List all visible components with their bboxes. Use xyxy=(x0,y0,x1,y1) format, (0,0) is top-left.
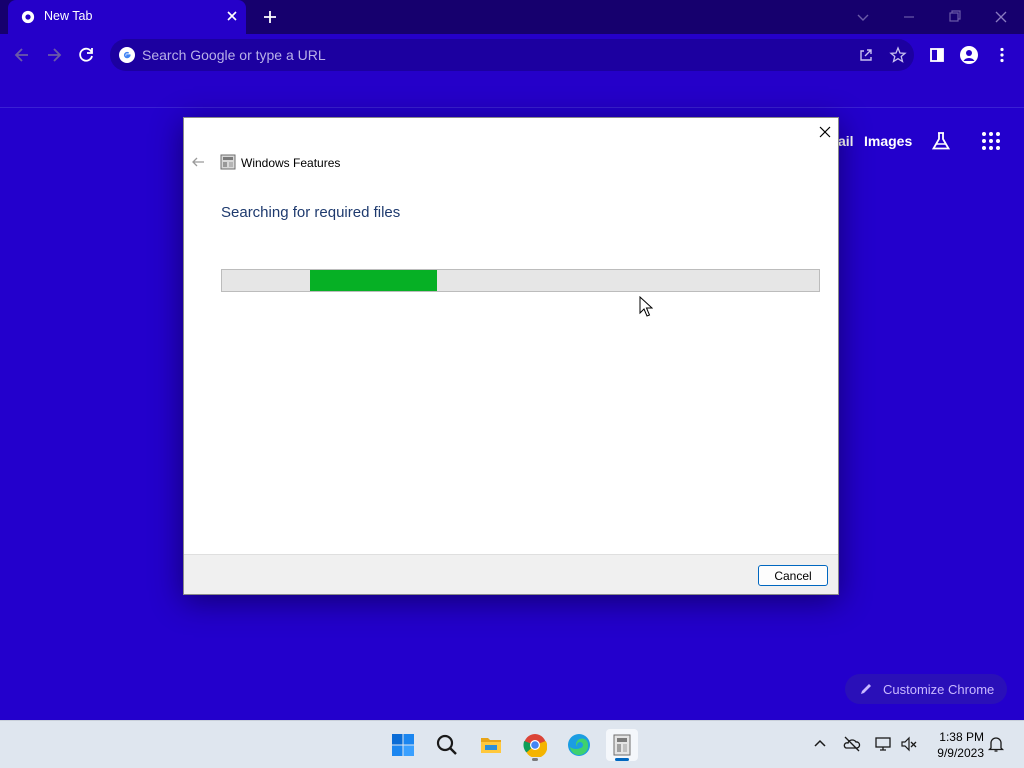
google-g-icon xyxy=(119,47,135,63)
notification-bell-icon[interactable] xyxy=(987,735,1005,753)
taskbar: 1:38 PM 9/9/2023 xyxy=(0,720,1024,768)
close-icon[interactable] xyxy=(224,8,240,24)
customize-chrome-button[interactable]: Customize Chrome xyxy=(845,674,1007,704)
progress-bar xyxy=(221,269,820,292)
tab-new-tab[interactable]: New Tab xyxy=(8,0,246,34)
taskbar-windows-features[interactable] xyxy=(606,729,638,761)
omnibox-placeholder: Search Google or type a URL xyxy=(142,47,326,63)
browser-toolbar: Search Google or type a URL xyxy=(0,34,1024,76)
clock-time[interactable]: 1:38 PM xyxy=(934,730,984,744)
running-indicator xyxy=(532,758,538,761)
active-indicator xyxy=(615,758,629,761)
forward-arrow-icon[interactable] xyxy=(44,45,64,65)
taskbar-chrome[interactable] xyxy=(519,729,551,761)
tab-title: New Tab xyxy=(44,9,93,23)
chevron-up-icon[interactable] xyxy=(811,735,829,753)
windows-features-icon xyxy=(613,734,631,756)
progress-bar-fill xyxy=(310,270,437,291)
taskbar-file-explorer[interactable] xyxy=(475,729,507,761)
taskbar-edge[interactable] xyxy=(563,729,595,761)
edge-icon xyxy=(568,734,590,756)
cancel-button[interactable]: Cancel xyxy=(758,565,828,586)
pencil-icon xyxy=(861,684,871,694)
profile-avatar-icon[interactable] xyxy=(959,45,979,65)
onedrive-offline-icon[interactable] xyxy=(843,735,861,753)
new-tab-plus-icon[interactable] xyxy=(260,7,280,27)
reload-icon[interactable] xyxy=(76,45,96,65)
dialog-footer: Cancel xyxy=(184,554,838,594)
google-apps-grid-icon[interactable] xyxy=(980,130,1002,152)
network-icon[interactable] xyxy=(874,735,892,753)
side-panel-icon[interactable] xyxy=(927,45,947,65)
bookmarks-bar xyxy=(0,76,1024,108)
ntp-link-gmail[interactable]: ail xyxy=(838,133,854,149)
taskbar-start-button[interactable] xyxy=(387,729,419,761)
customize-chrome-label: Customize Chrome xyxy=(883,682,995,697)
labs-flask-icon[interactable] xyxy=(930,130,952,152)
windows-features-dialog: Windows Features Searching for required … xyxy=(183,117,839,595)
close-icon[interactable] xyxy=(816,123,834,141)
back-arrow-icon[interactable] xyxy=(190,154,206,170)
dialog-heading: Searching for required files xyxy=(221,204,401,221)
dialog-title: Windows Features xyxy=(241,156,341,170)
minimize-icon[interactable] xyxy=(899,7,919,27)
file-explorer-icon xyxy=(481,738,501,753)
restore-icon[interactable] xyxy=(945,7,965,27)
back-arrow-icon[interactable] xyxy=(12,45,32,65)
volume-muted-icon[interactable] xyxy=(900,735,918,753)
ntp-link-images[interactable]: Images xyxy=(864,133,912,149)
tab-strip: New Tab xyxy=(0,0,1024,34)
start-icon xyxy=(392,734,414,756)
share-icon[interactable] xyxy=(856,45,876,65)
tab-search-chevron-icon[interactable] xyxy=(853,7,873,27)
search-icon xyxy=(436,734,457,755)
chrome-icon xyxy=(523,734,547,757)
window-close-icon[interactable] xyxy=(991,7,1011,27)
bookmark-star-icon[interactable] xyxy=(888,45,908,65)
windows-features-icon xyxy=(220,154,236,170)
more-vertical-icon[interactable] xyxy=(992,45,1012,65)
omnibox[interactable]: Search Google or type a URL xyxy=(110,39,914,71)
taskbar-search-button[interactable] xyxy=(431,729,463,761)
clock-date[interactable]: 9/9/2023 xyxy=(920,746,984,760)
mouse-cursor-icon xyxy=(639,296,653,317)
chrome-icon xyxy=(21,10,35,24)
